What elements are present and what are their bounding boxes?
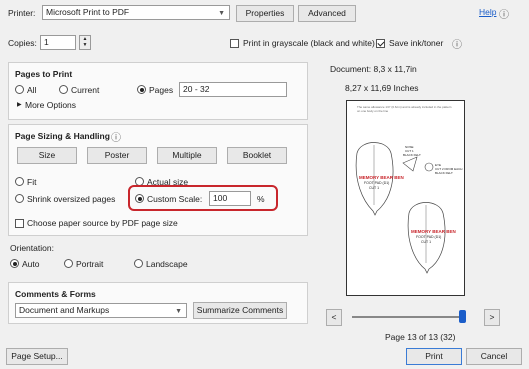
save-ink-label: Save ink/toner	[389, 38, 444, 48]
prev-page-button[interactable]: <	[326, 309, 342, 326]
advanced-button[interactable]: Advanced	[298, 5, 356, 22]
chevron-down-icon: ▼	[175, 308, 182, 315]
radio-auto[interactable]	[10, 259, 19, 268]
print-button[interactable]: Print	[406, 348, 462, 365]
radio-all[interactable]	[15, 85, 24, 94]
piece1-cut: CUT 1	[369, 186, 380, 190]
comments-forms-title: Comments & Forms	[15, 289, 96, 299]
radio-custom-scale[interactable]	[135, 194, 144, 203]
grayscale-label: Print in grayscale (black and white)	[243, 38, 375, 48]
radio-landscape-label: Landscape	[146, 259, 188, 269]
nose-color: BLACK FELT	[403, 153, 421, 157]
radio-auto-label: Auto	[22, 259, 40, 269]
radio-fit-label: Fit	[27, 177, 37, 187]
printer-value: Microsoft Print to PDF	[46, 7, 130, 17]
next-page-button[interactable]: >	[484, 309, 500, 326]
tab-size[interactable]: Size	[17, 147, 77, 164]
printer-label: Printer:	[8, 8, 36, 18]
chevron-down-icon: ▼	[218, 10, 225, 17]
paper-source-label: Choose paper source by PDF page size	[27, 218, 178, 228]
paper-source-checkbox[interactable]	[15, 219, 24, 228]
radio-all-label: All	[27, 85, 37, 95]
page-slider-thumb[interactable]	[459, 310, 466, 323]
custom-scale-value: 100	[213, 193, 228, 203]
properties-button[interactable]: Properties	[236, 5, 294, 22]
page-sizing-title: Page Sizing & Handling	[15, 131, 110, 141]
pages-to-print-panel: Pages to Print All Current Pages 20 - 32…	[8, 62, 308, 120]
more-options-link[interactable]: More Options	[25, 100, 76, 110]
radio-current[interactable]	[59, 85, 68, 94]
piece1-sub: FOOT PAD (D1)	[364, 181, 390, 185]
piece2-sub: FOOT PAD (D1)	[416, 235, 442, 239]
cancel-button[interactable]: Cancel	[466, 348, 522, 365]
page-indicator: Page 13 of 13 (32)	[385, 332, 456, 342]
comments-forms-panel: Comments & Forms Document and Markups ▼ …	[8, 282, 308, 324]
comments-forms-value: Document and Markups	[19, 305, 110, 315]
comments-forms-select[interactable]: Document and Markups ▼	[15, 303, 187, 318]
page-setup-button[interactable]: Page Setup...	[6, 348, 68, 365]
copies-value: 1	[44, 37, 49, 47]
custom-scale-input[interactable]: 100	[209, 191, 251, 206]
radio-landscape[interactable]	[134, 259, 143, 268]
radio-shrink-label: Shrink oversized pages	[27, 194, 116, 204]
radio-pages-label: Pages	[149, 85, 174, 95]
preview-size-label: 8,27 x 11,69 Inches	[345, 83, 419, 93]
tab-poster[interactable]: Poster	[87, 147, 147, 164]
grayscale-checkbox[interactable]	[230, 39, 239, 48]
pattern-drawing	[355, 142, 446, 274]
radio-custom-scale-label: Custom Scale:	[147, 194, 203, 204]
percent-label: %	[257, 194, 265, 204]
summarize-comments-button[interactable]: Summarize Comments	[193, 302, 287, 319]
tab-multiple[interactable]: Multiple	[157, 147, 217, 164]
piece1-title: MEMORY BEAR BEN	[359, 175, 404, 180]
printer-select[interactable]: Microsoft Print to PDF ▼	[42, 5, 230, 20]
pages-range-value: 20 - 32	[183, 84, 210, 94]
piece2-title: MEMORY BEAR BEN	[411, 229, 456, 234]
page-sizing-panel: Page Sizing & Handling ⓘ Size Poster Mul…	[8, 124, 308, 236]
radio-fit[interactable]	[15, 177, 24, 186]
info-icon[interactable]: ⓘ	[452, 36, 462, 51]
document-size-label: Document: 8,3 x 11,7in	[330, 64, 417, 74]
help-link[interactable]: Help	[479, 7, 496, 17]
eye-color: BLACK FELT	[435, 171, 453, 175]
print-dialog: Printer: Microsoft Print to PDF ▼ Proper…	[0, 0, 529, 369]
pages-to-print-title: Pages to Print	[15, 69, 73, 79]
page-preview: The same allowance 1/4" (0.6cm) and is a…	[346, 100, 465, 296]
copies-input[interactable]: 1	[40, 35, 76, 50]
pages-range-input[interactable]: 20 - 32	[179, 82, 287, 97]
copies-label: Copies:	[8, 38, 37, 48]
orientation-title: Orientation:	[10, 243, 54, 253]
radio-portrait-label: Portrait	[76, 259, 104, 269]
save-ink-checkbox[interactable]	[376, 39, 385, 48]
expand-triangle-icon[interactable]: ▶	[17, 101, 22, 108]
page-slider-track[interactable]	[352, 310, 466, 323]
radio-portrait[interactable]	[64, 259, 73, 268]
radio-current-label: Current	[71, 85, 100, 95]
radio-shrink[interactable]	[15, 194, 24, 203]
tab-booklet[interactable]: Booklet	[227, 147, 287, 164]
radio-pages[interactable]	[137, 85, 146, 94]
help-icon[interactable]: ⓘ	[499, 6, 509, 21]
info-icon[interactable]: ⓘ	[111, 129, 121, 144]
copies-spinner[interactable]: ▲ ▼	[79, 35, 91, 50]
piece2-cut: CUT 1	[421, 240, 432, 244]
